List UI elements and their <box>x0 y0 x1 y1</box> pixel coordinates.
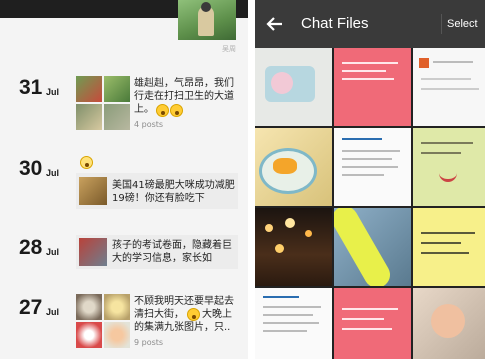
entry-thumbnails[interactable] <box>76 294 130 348</box>
file-thumbnail[interactable] <box>334 48 411 126</box>
entry-month: Jul <box>46 87 60 97</box>
file-thumbnail[interactable] <box>334 208 411 286</box>
entry-month: Jul <box>46 307 60 317</box>
thumb-image[interactable] <box>76 104 102 130</box>
file-thumbnail[interactable] <box>255 48 332 126</box>
file-thumbnail[interactable] <box>413 128 485 206</box>
entry-text-line: 不顾我明天还要早起去 <box>134 296 234 307</box>
cover-name-label: 吴周 <box>222 45 236 53</box>
divider <box>441 14 442 34</box>
entry-text-line: 清扫大街， <box>134 309 184 320</box>
page-title: Chat Files <box>301 15 369 32</box>
file-thumbnail[interactable] <box>334 128 411 206</box>
thumb-image[interactable] <box>104 104 130 130</box>
file-thumbnail[interactable] <box>255 288 332 359</box>
entry-month: Jul <box>46 168 60 178</box>
file-thumbnail[interactable] <box>255 208 332 286</box>
entry-day: 31 <box>19 76 43 99</box>
file-thumbnail[interactable] <box>413 48 485 126</box>
arrow-left-icon[interactable] <box>265 14 285 34</box>
app-bar: Chat Files Select <box>255 0 485 48</box>
thumb-image[interactable] <box>76 322 102 348</box>
shared-link-card[interactable]: 孩子的考试卷面，隐藏着巨大的学习信息，家长如 <box>76 235 238 269</box>
file-grid <box>255 48 485 359</box>
entry-post-count: 4 posts <box>134 120 164 129</box>
link-thumbnail <box>79 177 107 205</box>
scream-emoji-icon <box>80 156 93 169</box>
file-thumbnail[interactable] <box>334 288 411 359</box>
smile-emoji-icon <box>170 104 183 117</box>
entry-day: 30 <box>19 157 43 180</box>
shared-link-card[interactable]: 美国41磅最肥大咪成功减肥19磅！你还有脸吃下 <box>76 173 238 209</box>
entry-post-count: 9 posts <box>134 338 164 347</box>
entry-text-line: 大晚上 <box>202 309 232 320</box>
smile-emoji-icon <box>187 308 200 321</box>
link-thumbnail <box>79 238 107 266</box>
entry-day: 27 <box>19 296 43 319</box>
entry-text: 雄赳赳，气昂昂，我们行走在打扫卫生的大道上。 <box>134 78 234 115</box>
thumb-image[interactable] <box>76 76 102 102</box>
select-button[interactable]: Select <box>447 18 485 30</box>
moments-panel: 吴周 31 Jul 雄赳赳，气昂昂，我们行走在打扫卫生的大道上。 4 posts… <box>0 0 248 359</box>
entry-month: Jul <box>46 247 60 257</box>
smile-emoji-icon <box>156 104 169 117</box>
thumb-image[interactable] <box>104 76 130 102</box>
file-thumbnail[interactable] <box>413 288 485 359</box>
chat-files-panel: Chat Files Select <box>255 0 485 359</box>
entry-text-line: 的集满九张图片，只.. <box>134 322 231 333</box>
link-title: 美国41磅最肥大咪成功减肥19磅！你还有脸吃下 <box>112 180 235 204</box>
entry-day: 28 <box>19 236 43 259</box>
entry-thumbnails[interactable] <box>76 76 130 130</box>
thumb-image[interactable] <box>104 294 130 320</box>
file-thumbnail[interactable] <box>413 208 485 286</box>
thumb-image[interactable] <box>104 322 130 348</box>
file-thumbnail[interactable] <box>255 128 332 206</box>
link-title: 孩子的考试卷面，隐藏着巨大的学习信息，家长如 <box>112 240 232 264</box>
cover-photo[interactable] <box>178 0 236 40</box>
thumb-image[interactable] <box>76 294 102 320</box>
